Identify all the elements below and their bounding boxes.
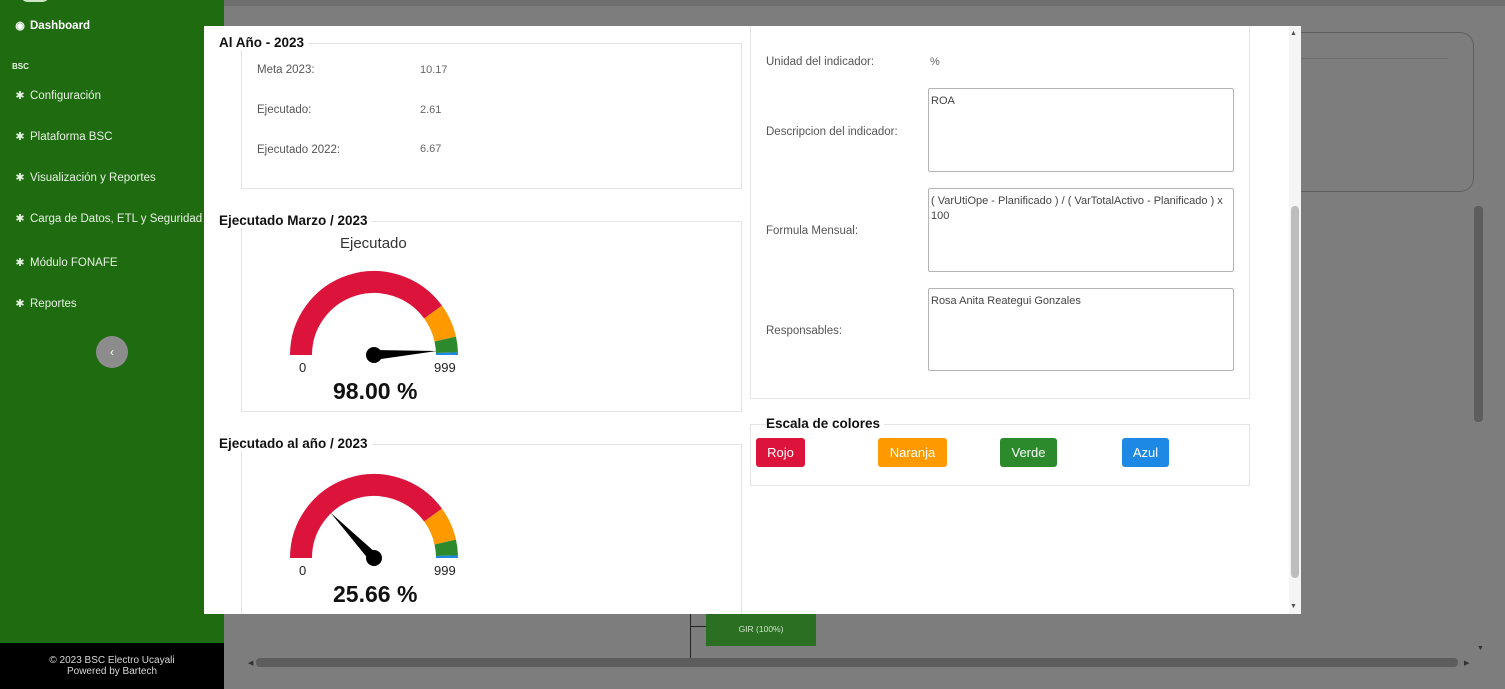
sidebar-collapse-button[interactable]: ‹ — [96, 336, 128, 368]
sidebar-item-label: Visualización y Reportes — [30, 171, 156, 184]
description-label: Descripcion del indicador: — [766, 126, 898, 138]
color-scale-title: Escala de colores — [766, 416, 885, 431]
gauge-month-value: 98.00 % — [333, 378, 418, 404]
sidebar-footer: © 2023 BSC Electro Ucayali Powered by Ba… — [0, 643, 224, 689]
gear-icon: ✱ — [15, 298, 25, 310]
footer-copyright: © 2023 BSC Electro Ucayali — [49, 655, 175, 666]
background-divider — [1296, 58, 1448, 59]
modal-scroll-up-icon[interactable]: ▲ — [1290, 30, 1297, 37]
description-textarea[interactable]: ROA — [928, 88, 1234, 172]
gear-icon: ✱ — [15, 131, 25, 143]
gauge-year-card-title: Ejecutado al año / 2023 — [219, 436, 372, 451]
dashboard-icon: ◉ — [15, 20, 25, 32]
gauge-year-band-green — [434, 539, 458, 557]
sidebar-item-label: Reportes — [30, 297, 77, 310]
unit-label: Unidad del indicador: — [766, 56, 875, 68]
gauge-month-card-title: Ejecutado Marzo / 2023 — [219, 213, 372, 228]
sidebar-item-label: Plataforma BSC — [30, 130, 113, 143]
gear-icon: ✱ — [15, 257, 25, 269]
sidebar-item-visualizacion-reportes[interactable]: ✱ Visualización y Reportes — [14, 171, 156, 185]
gear-icon: ✱ — [15, 213, 25, 225]
indicator-modal: Al Año - 2023 Meta 2023: 10.17 Ejecutado… — [204, 26, 1301, 614]
gear-icon: ✱ — [15, 90, 25, 102]
formula-label: Formula Mensual: — [766, 225, 859, 237]
meta-label: Meta 2023: — [257, 64, 315, 76]
responsables-label: Responsables: — [766, 325, 843, 337]
sidebar-item-carga-datos[interactable]: ✱ Carga de Datos, ETL y Seguridad — [14, 212, 203, 226]
ejecutado-value: 2.61 — [420, 104, 442, 116]
logo-arc — [20, 0, 50, 2]
gauge-year-chart — [290, 474, 458, 566]
gauge-year-value: 25.66 % — [333, 581, 418, 607]
sidebar: ◉ Dashboard BSC ✱ Configuración ✱ Plataf… — [0, 0, 224, 689]
gauge-month-title: Ejecutado — [340, 235, 407, 252]
gauge-month-band-orange — [423, 305, 456, 342]
sidebar-section-heading: BSC — [12, 62, 29, 71]
gauge-month-band-green — [434, 336, 458, 354]
gauge-year-needle-hub — [366, 550, 382, 566]
ejecutado-2022-label: Ejecutado 2022: — [257, 144, 341, 156]
page-header-shadow — [224, 0, 1505, 6]
annual-card-title: Al Año - 2023 — [219, 35, 309, 50]
modal-scroll-down-icon[interactable]: ▼ — [1290, 603, 1297, 610]
gauge-year-band-orange — [423, 508, 456, 545]
page-horizontal-scrollbar[interactable] — [256, 658, 1458, 667]
sidebar-item-label: Configuración — [30, 89, 101, 102]
sidebar-item-dashboard[interactable]: ◉ Dashboard — [14, 19, 91, 33]
tree-connector — [690, 614, 691, 658]
rojo-button[interactable]: Rojo — [756, 438, 805, 467]
sidebar-item-reportes[interactable]: ✱ Reportes — [14, 297, 77, 311]
sidebar-item-label: Módulo FONAFE — [30, 256, 118, 269]
tree-node-label: GIR (100%) — [738, 624, 784, 634]
gear-icon: ✱ — [15, 172, 25, 184]
meta-value: 10.17 — [420, 64, 448, 76]
gauge-month-min: 0 — [299, 360, 307, 375]
ejecutado-2022-value: 6.67 — [420, 143, 442, 155]
gauge-month-band-red — [290, 271, 442, 356]
gauge-year-min: 0 — [299, 563, 307, 578]
gauge-month-chart — [290, 271, 458, 363]
responsables-textarea[interactable]: Rosa Anita Reategui Gonzales — [928, 288, 1234, 371]
gauge-month-needle — [373, 350, 437, 360]
azul-button[interactable]: Azul — [1122, 438, 1169, 467]
button-label: Rojo — [767, 445, 794, 460]
button-label: Naranja — [889, 445, 936, 460]
chevron-left-icon: ‹ — [110, 345, 114, 359]
scroll-down-arrow-icon[interactable]: ▼ — [1477, 645, 1484, 652]
tree-node-gir[interactable]: GIR (100%) — [706, 612, 816, 646]
formula-textarea[interactable]: ( VarUtiOpe - Planificado ) / ( VarTotal… — [928, 188, 1234, 272]
background-panel — [1296, 32, 1474, 192]
footer-powered-by: Powered by Bartech — [66, 666, 158, 677]
button-label: Azul — [1132, 445, 1159, 460]
sidebar-item-label: Dashboard — [30, 19, 91, 32]
sidebar-item-modulo-fonafe[interactable]: ✱ Módulo FONAFE — [14, 256, 118, 270]
sidebar-item-configuracion[interactable]: ✱ Configuración — [14, 89, 101, 103]
page-vertical-scrollbar[interactable] — [1474, 206, 1483, 422]
naranja-button[interactable]: Naranja — [878, 438, 947, 467]
scroll-right-arrow-icon[interactable]: ▶ — [1464, 659, 1469, 667]
gauge-month-needle-hub — [366, 347, 382, 363]
gauge-month-max: 999 — [434, 360, 456, 375]
sidebar-item-plataforma-bsc[interactable]: ✱ Plataforma BSC — [14, 130, 113, 144]
unit-value: % — [930, 56, 940, 68]
scroll-left-arrow-icon[interactable]: ◀ — [248, 659, 253, 667]
verde-button[interactable]: Verde — [1000, 438, 1057, 467]
sidebar-item-label: Carga de Datos, ETL y Seguridad — [30, 212, 203, 225]
button-label: Verde — [1011, 445, 1046, 460]
modal-scrollbar-thumb[interactable] — [1291, 206, 1299, 578]
annual-card — [241, 43, 742, 189]
ejecutado-label: Ejecutado: — [257, 104, 312, 116]
gauge-year-max: 999 — [434, 563, 456, 578]
